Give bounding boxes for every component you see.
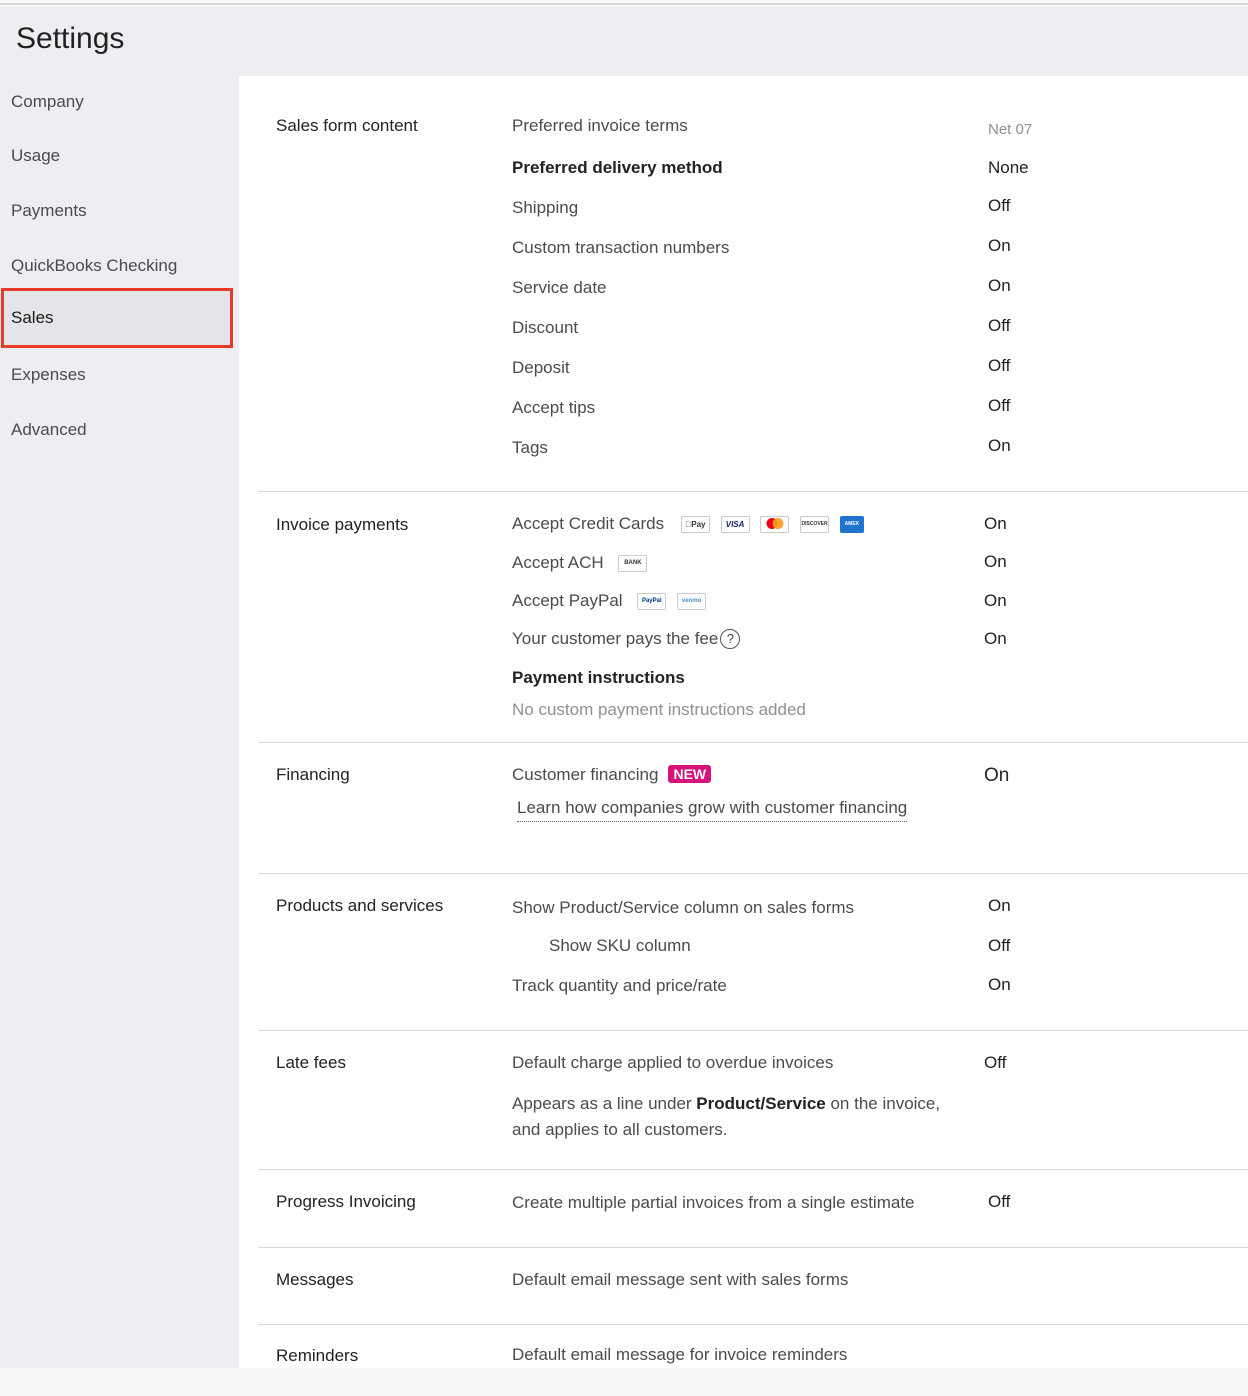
section-divider (258, 1247, 1248, 1248)
section-divider (258, 1169, 1248, 1170)
section-title-messages[interactable]: Messages (276, 1270, 353, 1290)
settings-sidebar: Company Usage Payments QuickBooks Checki… (0, 76, 239, 1368)
apple-pay-icon: Pay (680, 516, 710, 534)
amex-icon: AMEX (839, 516, 864, 534)
row-label-track-quantity: Track quantity and price/rate (512, 976, 727, 995)
row-value-accept-ach: On (984, 552, 1007, 571)
row-value-shipping: Off (988, 196, 1011, 215)
page-title: Settings (16, 22, 125, 55)
row-label-deposit: Deposit (512, 358, 570, 377)
row-accept-ach: Accept ACH BANK (512, 553, 648, 573)
section-title-late-fees[interactable]: Late fees (276, 1053, 346, 1073)
discover-icon: DISCOVER (800, 516, 830, 534)
new-badge: NEW (668, 765, 712, 783)
sidebar-item-quickbooks-checking[interactable]: QuickBooks Checking (0, 246, 239, 286)
row-value-tags: On (988, 436, 1011, 455)
sidebar-item-payments[interactable]: Payments (0, 191, 239, 231)
row-accept-credit-cards: Accept Credit Cards Pay VISA DISCOVER A… (512, 514, 864, 534)
row-value-discount: Off (988, 316, 1011, 335)
payment-instructions-text: No custom payment instructions added (512, 700, 806, 719)
late-fees-desc-line2: and applies to all customers. (512, 1120, 728, 1139)
section-divider (258, 742, 1248, 743)
section-title-invoice-payments[interactable]: Invoice payments (276, 515, 408, 535)
bank-icon: BANK (618, 555, 648, 573)
row-value-progress-invoicing: Off (988, 1192, 1011, 1211)
row-label-discount: Discount (512, 318, 579, 337)
row-label-accept-paypal: Accept PayPal (512, 591, 623, 610)
row-label-accept-ach: Accept ACH (512, 553, 604, 572)
settings-content: Sales form content Preferred invoice ter… (239, 76, 1248, 1368)
row-value-accept-tips: Off (988, 396, 1011, 415)
row-value-accept-credit-cards: On (984, 514, 1007, 533)
row-label-show-product-column: Show Product/Service column on sales for… (512, 898, 855, 917)
row-label-accept-tips: Accept tips (512, 398, 596, 417)
section-divider (258, 1324, 1248, 1325)
row-label-tags: Tags (512, 438, 548, 457)
row-value-show-product-column: On (988, 896, 1011, 915)
row-label-default-charge: Default charge applied to overdue invoic… (512, 1053, 834, 1072)
row-label-show-sku: Show SKU column (549, 936, 691, 955)
help-question-icon[interactable]: ? (720, 629, 741, 649)
row-customer-pays-fee: Your customer pays the fee? (512, 629, 741, 649)
row-value-show-sku: Off (988, 936, 1011, 955)
row-label-messages: Default email message sent with sales fo… (512, 1270, 849, 1289)
row-label-invoice-terms: Preferred invoice terms (512, 116, 688, 135)
row-value-track-quantity: On (988, 975, 1011, 994)
section-title-financing[interactable]: Financing (276, 765, 350, 785)
section-divider (258, 873, 1248, 874)
row-label-customer-pays-fee: Your customer pays the fee (512, 629, 719, 648)
row-label-shipping: Shipping (512, 198, 579, 217)
row-value-delivery-method: None (988, 158, 1029, 177)
row-label-accept-credit-cards: Accept Credit Cards (512, 514, 665, 533)
section-title-reminders[interactable]: Reminders (276, 1346, 358, 1366)
visa-icon: VISA (720, 516, 750, 534)
late-fees-desc-suffix: on the invoice, (825, 1094, 941, 1113)
row-label-delivery-method: Preferred delivery method (512, 158, 723, 177)
row-label-reminders: Default email message for invoice remind… (512, 1345, 848, 1364)
row-value-invoice-terms: Net 07 (988, 121, 1033, 138)
section-title-products-services[interactable]: Products and services (276, 896, 443, 916)
section-title-progress-invoicing[interactable]: Progress Invoicing (276, 1192, 416, 1212)
sidebar-item-sales[interactable]: Sales (1, 288, 233, 348)
top-border (0, 0, 1248, 5)
row-label-service-date: Service date (512, 278, 607, 297)
late-fees-desc-bold: Product/Service (696, 1094, 826, 1113)
section-title-sales-form-content[interactable]: Sales form content (276, 116, 418, 136)
section-divider (258, 1030, 1248, 1031)
late-fees-description: Appears as a line under Product/Service … (512, 1091, 940, 1143)
mastercard-icon (760, 516, 790, 534)
sidebar-item-company[interactable]: Company (0, 82, 239, 122)
financing-learn-link[interactable]: Learn how companies grow with customer f… (517, 798, 908, 822)
row-accept-paypal: Accept PayPal PayPal venmo (512, 591, 707, 611)
financing-learn-link-text[interactable]: Learn how companies grow with customer f… (517, 798, 908, 822)
venmo-icon: venmo (677, 593, 707, 611)
row-value-service-date: On (988, 276, 1011, 295)
sidebar-item-expenses[interactable]: Expenses (0, 355, 239, 395)
row-label-progress-invoicing: Create multiple partial invoices from a … (512, 1193, 915, 1212)
payment-instructions-title: Payment instructions (512, 668, 685, 687)
row-value-late-fees: Off (984, 1053, 1007, 1072)
row-value-customer-financing: On (984, 765, 1010, 786)
page-header: Settings (0, 6, 1248, 76)
bottom-strip (0, 1368, 1248, 1396)
section-divider (258, 491, 1248, 492)
row-label-custom-transaction-numbers: Custom transaction numbers (512, 238, 730, 257)
row-value-customer-pays-fee: On (984, 629, 1007, 648)
paypal-icon: PayPal (637, 593, 667, 611)
sidebar-item-usage[interactable]: Usage (0, 136, 239, 176)
row-label-customer-financing: Customer financing (512, 765, 659, 784)
row-customer-financing: Customer financing NEW (512, 765, 712, 785)
sidebar-item-advanced[interactable]: Advanced (0, 410, 239, 450)
row-value-accept-paypal: On (984, 591, 1007, 610)
late-fees-desc-prefix: Appears as a line under (512, 1094, 697, 1113)
row-value-custom-transaction-numbers: On (988, 236, 1011, 255)
row-value-deposit: Off (988, 356, 1011, 375)
